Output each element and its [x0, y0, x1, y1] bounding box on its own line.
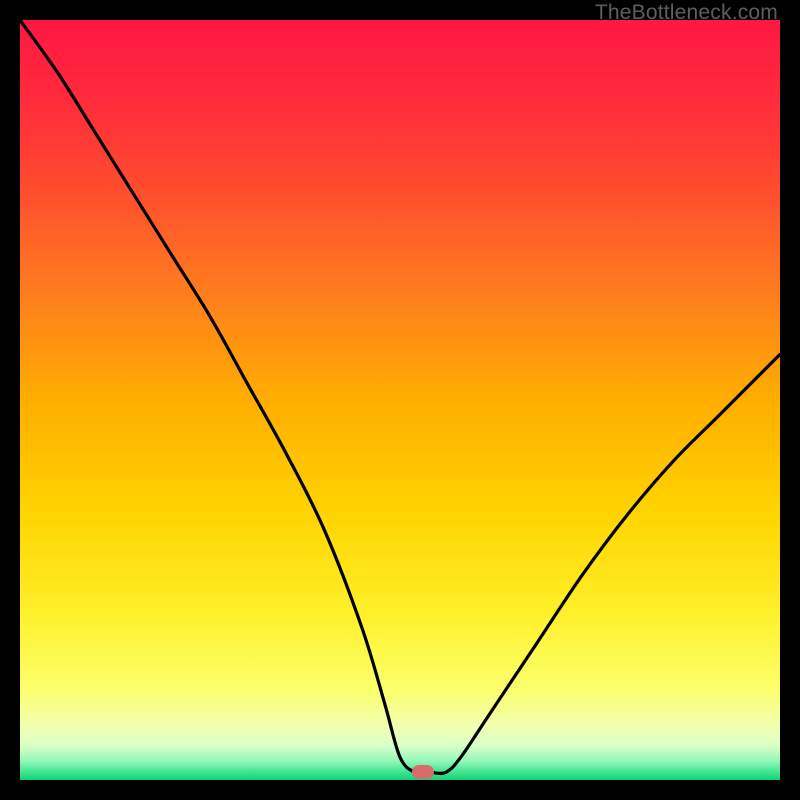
watermark-text: TheBottleneck.com	[595, 1, 778, 25]
optimum-marker	[412, 765, 434, 779]
bottleneck-curve	[20, 20, 780, 774]
plot-area	[20, 20, 780, 780]
curve-layer	[20, 20, 780, 780]
chart-frame: TheBottleneck.com	[0, 0, 800, 800]
